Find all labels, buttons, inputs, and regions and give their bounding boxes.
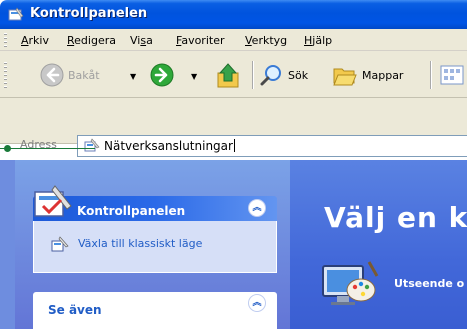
collapse-section-button[interactable]: ︽ bbox=[248, 199, 266, 217]
chevron-up-icon: ︽ bbox=[252, 202, 262, 213]
standard-toolbar: Bakåt ▼ ▼ Sök Mappar bbox=[0, 51, 467, 98]
forward-button[interactable] bbox=[150, 63, 174, 87]
back-label: Bakåt bbox=[68, 68, 100, 82]
menu-bar: Arkiv Redigera Visa Favoriter Verktyg Hj… bbox=[0, 29, 467, 51]
folders-icon bbox=[333, 68, 357, 86]
switch-view-icon bbox=[51, 236, 69, 252]
menu-visa[interactable]: Visa bbox=[130, 34, 153, 47]
menu-redigera[interactable]: Redigera bbox=[67, 34, 116, 47]
forward-arrow-icon bbox=[150, 63, 174, 87]
pointer-line bbox=[0, 148, 95, 149]
title-bar[interactable]: Kontrollpanelen bbox=[0, 0, 467, 29]
views-button[interactable] bbox=[440, 64, 464, 86]
network-connections-icon bbox=[84, 138, 100, 152]
toolbar-separator bbox=[252, 61, 254, 89]
search-icon bbox=[260, 65, 281, 86]
search-button[interactable]: Sök bbox=[260, 63, 308, 87]
toolbar-grip[interactable] bbox=[4, 62, 7, 88]
appearance-category-link[interactable]: Utseende o bbox=[394, 277, 464, 290]
folders-label: Mappar bbox=[362, 68, 404, 82]
folder-up-icon bbox=[217, 63, 239, 88]
see-also-title: Se även bbox=[48, 303, 102, 317]
forward-dropdown-icon[interactable]: ▼ bbox=[191, 72, 197, 81]
folders-button[interactable]: Mappar bbox=[332, 63, 403, 87]
chevron-up-icon: ︽ bbox=[252, 297, 262, 308]
text-caret bbox=[233, 139, 235, 152]
menu-grip[interactable] bbox=[4, 33, 7, 48]
address-value: Nätverksanslutningar bbox=[104, 139, 233, 153]
task-pane-edge bbox=[0, 160, 15, 329]
menu-arkiv[interactable]: Arkiv bbox=[21, 34, 49, 47]
switch-classic-view-link[interactable]: Växla till klassiskt läge bbox=[78, 237, 202, 250]
category-heading: Välj en k bbox=[324, 201, 467, 234]
window-title: Kontrollpanelen bbox=[30, 6, 148, 21]
back-dropdown-icon[interactable]: ▼ bbox=[130, 72, 136, 81]
views-icon bbox=[440, 65, 464, 85]
control-panel-icon bbox=[8, 7, 24, 21]
menu-favoriter[interactable]: Favoriter bbox=[176, 34, 225, 47]
toolbar-separator bbox=[430, 61, 432, 89]
appearance-themes-icon[interactable] bbox=[319, 258, 381, 308]
up-button[interactable] bbox=[216, 61, 242, 89]
back-button[interactable]: Bakåt bbox=[40, 63, 100, 87]
menu-hjalp[interactable]: Hjälp bbox=[304, 34, 332, 47]
control-panel-section-title: Kontrollpanelen bbox=[77, 204, 186, 218]
control-panel-icon bbox=[34, 185, 72, 217]
back-arrow-icon bbox=[40, 63, 64, 87]
menu-verktyg[interactable]: Verktyg bbox=[245, 34, 287, 47]
address-label: Adress bbox=[20, 138, 57, 151]
search-label: Sök bbox=[288, 68, 309, 82]
collapse-see-also-button[interactable]: ︽ bbox=[248, 294, 266, 312]
address-input[interactable]: Nätverksanslutningar bbox=[77, 135, 467, 157]
